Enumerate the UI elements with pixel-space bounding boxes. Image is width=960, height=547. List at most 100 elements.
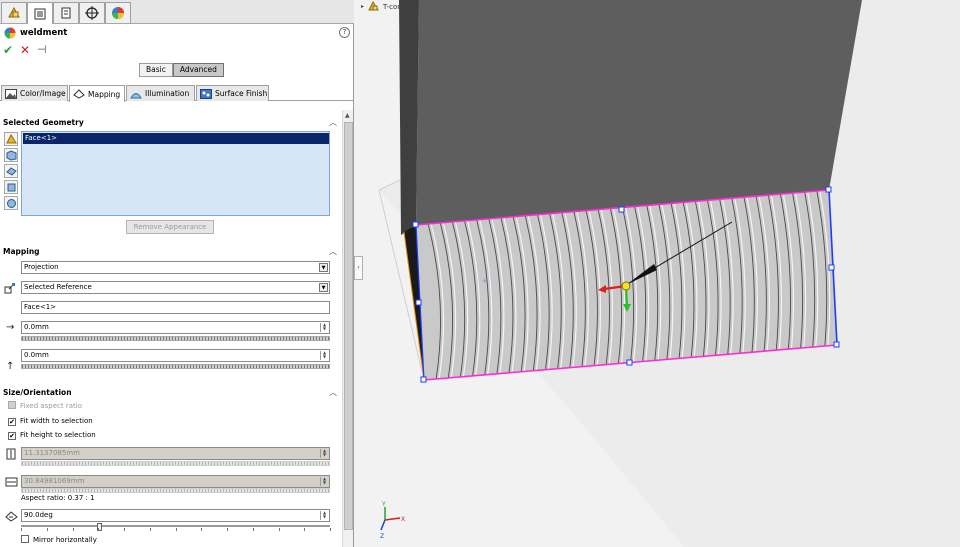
feature-manager-tab[interactable] — [1, 2, 27, 23]
display-manager-icon — [112, 7, 124, 19]
svg-text:Y: Y — [381, 501, 386, 508]
spinner-icon[interactable]: ▲ ▼ — [320, 449, 328, 458]
dimxpert-tab[interactable] — [79, 2, 105, 23]
spin-value: 0.0mm — [24, 351, 49, 359]
checkbox-box[interactable]: ✔ — [8, 418, 16, 426]
handle[interactable] — [626, 359, 633, 366]
model-viewport: + X Y Z — [378, 0, 960, 547]
handle[interactable] — [618, 206, 625, 213]
handle[interactable] — [420, 376, 427, 383]
mapping-title: Mapping — [3, 247, 40, 256]
width-icon — [6, 448, 16, 460]
tab-mapping[interactable]: Mapping — [69, 85, 125, 102]
mirror-horizontal-checkbox[interactable]: Mirror horizontally — [21, 535, 97, 546]
width-slider[interactable] — [21, 461, 330, 466]
tab-label: Illumination — [145, 89, 190, 98]
pin-button[interactable]: ⊣ — [37, 44, 47, 56]
advanced-button[interactable]: Advanced — [172, 63, 224, 77]
filter-body-button[interactable] — [4, 148, 18, 162]
property-manager-icon — [34, 8, 46, 19]
filter-face-button[interactable] — [4, 180, 18, 194]
image-icon — [5, 88, 17, 99]
spinner-icon[interactable]: ▲ ▼ — [320, 323, 328, 332]
property-manager-tab[interactable] — [27, 2, 53, 24]
remove-appearance-button[interactable]: Remove Appearance — [126, 220, 214, 234]
horizontal-offset-slider[interactable] — [21, 336, 330, 341]
horizontal-offset-input[interactable]: 0.0mm ▲ ▼ — [21, 321, 330, 334]
reference-type-select[interactable]: Selected Reference ▼ — [21, 281, 330, 294]
chevron-down-icon[interactable]: ▼ — [319, 283, 328, 292]
handle[interactable] — [825, 186, 832, 193]
handle[interactable] — [415, 299, 422, 306]
help-icon[interactable]: ? — [339, 27, 350, 38]
fit-height-checkbox[interactable]: ✔ Fit height to selection — [8, 430, 96, 441]
filter-part-button[interactable] — [4, 132, 18, 146]
spinner-icon[interactable]: ▲ ▼ — [320, 351, 328, 360]
checkbox-label: Mirror horizontally — [33, 536, 97, 544]
panel-scrollbar[interactable]: ▲ — [342, 110, 353, 547]
face-filter-icon — [7, 183, 15, 191]
collapse-icon[interactable]: ︿ — [329, 246, 337, 257]
spinner-icon[interactable]: ▲ ▼ — [320, 511, 328, 520]
height-icon — [5, 477, 18, 487]
handle[interactable] — [412, 221, 419, 228]
property-manager: weldment ? ✔ ✕ ⊣ Basic Advanced Color/Im… — [0, 0, 354, 547]
vertical-offset-slider[interactable] — [21, 364, 330, 369]
aspect-ratio-text: Aspect ratio: 0.37 : 1 — [21, 494, 95, 502]
graphics-area[interactable]: ▸ T-connection with caterpilla... ‹ — [354, 0, 960, 547]
checkbox-label: Fixed aspect ratio — [20, 402, 83, 410]
slider-tick — [150, 528, 151, 531]
slider-tick — [73, 528, 74, 531]
handle[interactable] — [828, 264, 835, 271]
selected-geometry-list[interactable]: Face<1> — [21, 131, 330, 216]
mapping-style-select[interactable]: Projection ▼ — [21, 261, 330, 274]
reference-field[interactable]: Face<1> — [21, 301, 330, 314]
configuration-manager-tab[interactable] — [53, 2, 79, 23]
collapse-icon[interactable]: ︿ — [329, 387, 337, 398]
spin-value: 0.0mm — [24, 323, 49, 331]
filter-feature-button[interactable] — [4, 164, 18, 178]
checkbox-box[interactable] — [21, 535, 29, 543]
slider-tick — [304, 528, 305, 531]
handle[interactable] — [833, 341, 840, 348]
surface-finish-icon — [200, 88, 212, 99]
checkbox-box[interactable] — [8, 401, 16, 409]
checkbox-box[interactable]: ✔ — [8, 432, 16, 440]
spinner-icon[interactable]: ▲ ▼ — [320, 477, 328, 486]
svg-text:X: X — [401, 516, 405, 523]
list-item[interactable]: Face<1> — [23, 133, 329, 144]
display-manager-tab[interactable] — [105, 2, 131, 23]
svg-text:+: + — [482, 277, 488, 285]
reference-icon — [4, 283, 15, 294]
feature-filter-icon — [5, 166, 17, 176]
scroll-up-icon[interactable]: ▲ — [345, 112, 350, 119]
filter-surface-button[interactable] — [4, 196, 18, 210]
rotation-slider[interactable] — [21, 523, 331, 532]
checkbox-label: Fit width to selection — [20, 417, 93, 425]
orientation-triad: X Y Z — [380, 501, 405, 540]
body-filter-icon — [6, 149, 16, 161]
tab-illumination[interactable]: Illumination — [126, 85, 195, 101]
chevron-down-icon[interactable]: ▼ — [319, 263, 328, 272]
slider-tick — [124, 528, 125, 531]
tab-label: Surface Finish — [215, 89, 268, 98]
height-slider[interactable] — [21, 488, 330, 493]
cancel-button[interactable]: ✕ — [20, 44, 30, 56]
ok-button[interactable]: ✔ — [3, 44, 13, 56]
vertical-offset-input[interactable]: 0.0mm ▲ ▼ — [21, 349, 330, 362]
spin-value: 11.3137085mm — [24, 449, 80, 457]
fit-width-checkbox[interactable]: ✔ Fit width to selection — [8, 416, 93, 427]
appearance-icon — [4, 27, 16, 39]
tab-label: Mapping — [88, 89, 121, 99]
basic-button[interactable]: Basic — [139, 63, 173, 77]
tab-color-image[interactable]: Color/Image — [1, 85, 68, 101]
rotation-input[interactable]: 90.0deg ▲ ▼ — [21, 509, 330, 522]
height-input[interactable]: 30.84981069mm ▲ ▼ — [21, 475, 330, 488]
collapse-icon[interactable]: ︿ — [329, 117, 337, 128]
slider-tick — [21, 528, 22, 531]
fixed-aspect-checkbox[interactable]: Fixed aspect ratio — [8, 401, 82, 412]
scroll-thumb[interactable] — [344, 122, 353, 530]
feature-name: weldment — [20, 28, 68, 38]
tab-surface-finish[interactable]: Surface Finish — [196, 85, 269, 101]
width-input[interactable]: 11.3137085mm ▲ ▼ — [21, 447, 330, 460]
